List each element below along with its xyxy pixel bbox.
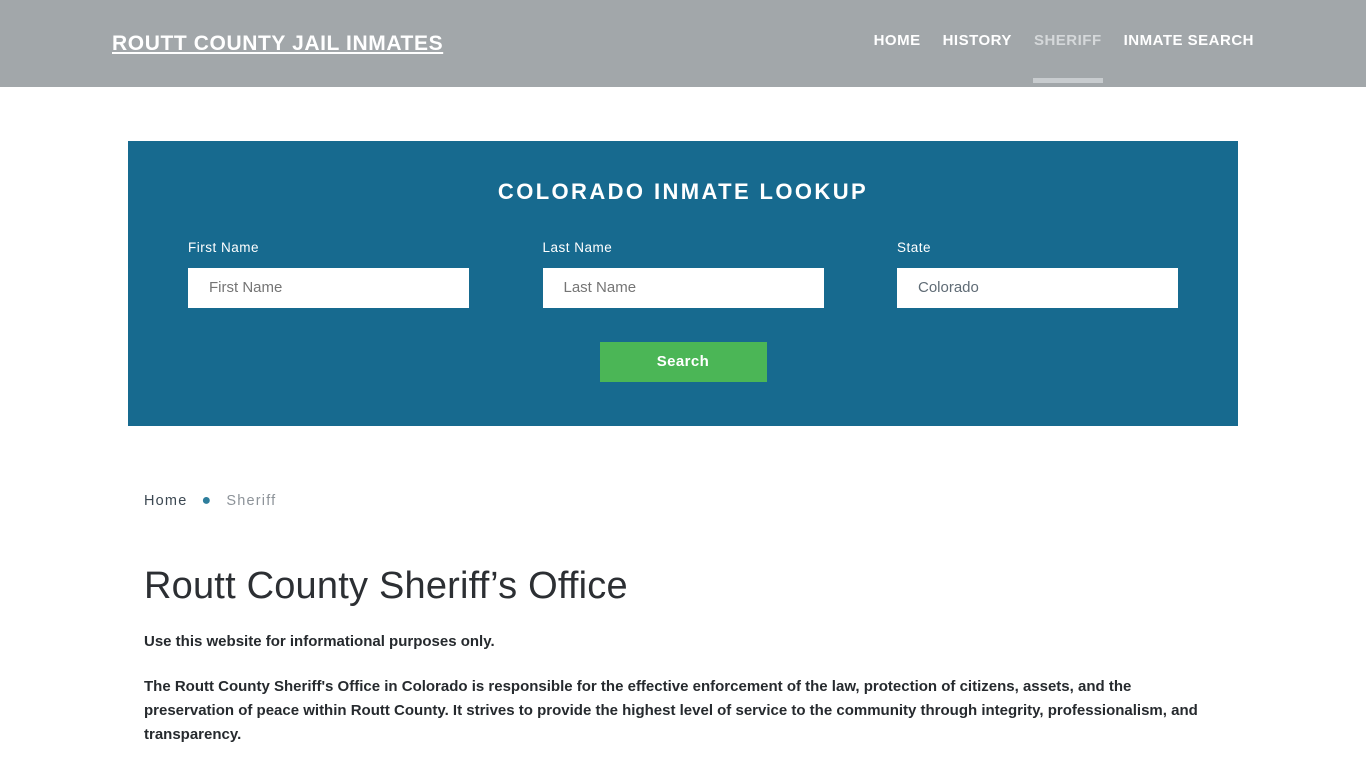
- nav-item-history[interactable]: History: [943, 32, 1012, 53]
- first-name-input[interactable]: [188, 268, 469, 308]
- page-title: Routt County Sheriff’s Office: [144, 565, 628, 607]
- breadcrumb-separator-icon: ●: [201, 492, 213, 509]
- page-content: Home ● Sheriff Routt County Sheriff’s Of…: [0, 491, 1366, 768]
- site-header: Routt County Jail Inmates Home History S…: [0, 0, 1366, 87]
- main-navigation: Home History Sheriff Inmate Search: [874, 32, 1254, 83]
- search-button[interactable]: Search: [599, 342, 767, 382]
- state-select[interactable]: [897, 268, 1178, 308]
- last-name-field-group: Last Name: [542, 240, 824, 308]
- site-brand[interactable]: Routt County Jail Inmates: [112, 31, 443, 57]
- intro-paragraph: The Routt County Sheriff's Office in Col…: [144, 678, 1198, 743]
- nav-active-indicator: [1032, 78, 1103, 83]
- nav-item-sheriff-label: Sheriff: [1033, 32, 1102, 49]
- breadcrumb: Home ● Sheriff: [144, 491, 1222, 511]
- state-label: State: [897, 240, 932, 255]
- inmate-lookup-panel: Colorado Inmate Lookup First Name Last N…: [128, 141, 1238, 426]
- nav-item-home[interactable]: Home: [874, 32, 921, 53]
- nav-item-sheriff[interactable]: Sheriff: [1032, 32, 1103, 83]
- state-field-group: State: [897, 240, 1178, 308]
- first-name-label: First Name: [188, 240, 260, 255]
- first-name-field-group: First Name: [188, 240, 469, 308]
- search-button-row: Search: [188, 342, 1178, 382]
- lookup-panel-title: Colorado Inmate Lookup: [497, 179, 869, 204]
- last-name-label: Last Name: [542, 240, 613, 255]
- last-name-input[interactable]: [542, 268, 824, 308]
- breadcrumb-current: Sheriff: [226, 493, 277, 509]
- lookup-form-row: First Name Last Name State: [188, 240, 1178, 308]
- nav-item-inmate-search[interactable]: Inmate Search: [1124, 32, 1254, 53]
- disclaimer-text: Use this website for informational purpo…: [144, 633, 495, 650]
- breadcrumb-home[interactable]: Home: [144, 491, 187, 511]
- inmate-lookup-section: Colorado Inmate Lookup First Name Last N…: [0, 87, 1366, 426]
